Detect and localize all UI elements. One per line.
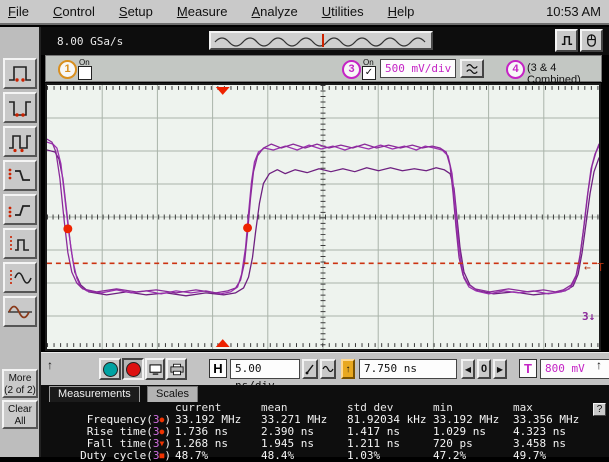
stop-button[interactable] xyxy=(122,358,144,380)
memory-waveform-icon xyxy=(211,33,431,48)
position-right-button[interactable]: ▶ xyxy=(493,359,507,379)
cell-stddev: 1.03% xyxy=(347,450,433,462)
sample-rate-readout: 8.00 GSa/s xyxy=(57,35,123,48)
position-zero-button[interactable]: 0 xyxy=(477,359,491,379)
menu-help[interactable]: Help xyxy=(388,4,415,19)
source-channel: 3 xyxy=(153,449,160,462)
horizontal-fine-button[interactable] xyxy=(302,359,318,379)
mouse-icon xyxy=(584,33,599,48)
pulse-icon xyxy=(559,33,574,48)
measure-period-button[interactable] xyxy=(3,126,37,157)
time-reference-marker-top[interactable] xyxy=(216,87,230,95)
neg-pulse-width-icon xyxy=(6,97,34,119)
measurements-table: current mean std dev min max Frequency(3… xyxy=(43,402,603,462)
trigger-level-marker[interactable]: ← T xyxy=(584,261,604,274)
measure-rms-button[interactable] xyxy=(3,296,37,327)
trigger-mode-button[interactable] xyxy=(555,29,578,52)
memory-bar[interactable] xyxy=(209,31,433,50)
cell-mean: 48.4% xyxy=(261,450,347,462)
more-label-line2: (2 of 2) xyxy=(4,385,36,397)
horizontal-label[interactable]: H xyxy=(209,359,227,378)
tab-scales[interactable]: Scales xyxy=(147,386,198,402)
run-button[interactable] xyxy=(99,358,121,380)
menu-bar: File Control Setup Measure Analyze Utili… xyxy=(0,0,609,25)
pulse-marker-icon xyxy=(6,233,34,255)
control-bar: ↑ H 5.00 ns/div ↑ 7.750 ns ◀ 0 ▶ T 800 m… xyxy=(41,352,609,385)
position-left-button[interactable]: ◀ xyxy=(461,359,475,379)
edge-marker-dot xyxy=(63,224,72,233)
scroll-up-right-button[interactable]: ↑ xyxy=(596,358,602,372)
print-button[interactable] xyxy=(166,358,187,380)
ac-coupling-icon xyxy=(464,62,480,76)
measure-pos-width-button[interactable] xyxy=(3,58,37,89)
edge-marker-dot xyxy=(243,223,252,232)
pos-pulse-width-icon xyxy=(6,63,34,85)
horizontal-vernier-button[interactable] xyxy=(320,359,336,379)
measure-fall-time-button[interactable] xyxy=(3,160,37,191)
menu-utilities[interactable]: Utilities xyxy=(322,4,364,19)
channel-4-button[interactable]: 4 xyxy=(506,60,525,79)
screen-capture-button[interactable] xyxy=(145,358,165,380)
scroll-up-left-button[interactable]: ↑ xyxy=(47,358,53,372)
sine-icon xyxy=(322,364,334,374)
horizontal-position-field[interactable]: 7.750 ns xyxy=(359,359,457,379)
menu-measure[interactable]: Measure xyxy=(177,4,228,19)
measure-amplitude-button[interactable] xyxy=(3,262,37,293)
channel-bar: 1 On 3 On ✓ 500 mV/div 4 (3 & 4 Combined… xyxy=(45,55,602,82)
channel-3-coupling-button[interactable] xyxy=(460,59,484,78)
measurement-name: Duty cycle xyxy=(80,449,146,462)
clear-label-line1: Clear xyxy=(4,404,36,416)
acquisition-bar: 8.00 GSa/s xyxy=(41,27,609,55)
waveform-display[interactable] xyxy=(45,83,601,351)
slope-icon xyxy=(305,363,315,375)
period-icon xyxy=(6,131,34,153)
measure-rise-time-button[interactable] xyxy=(3,194,37,225)
table-row: Duty cycle(3■) 48.7% 48.4% 1.03% 47.2% 4… xyxy=(43,450,603,462)
channel-3-ground-marker[interactable]: 3↓ xyxy=(582,310,595,323)
clear-label-line2: All xyxy=(4,416,36,428)
channel-3-button[interactable]: 3 xyxy=(342,60,361,79)
more-label-line1: More xyxy=(4,373,36,385)
waveform-grid xyxy=(47,85,599,349)
channel-3-scale-field[interactable]: 500 mV/div xyxy=(380,59,456,78)
clock: 10:53 AM xyxy=(546,4,609,19)
cell-max: 49.7% xyxy=(513,450,599,462)
measure-pulse-button[interactable] xyxy=(3,228,37,259)
measure-neg-width-button[interactable] xyxy=(3,92,37,123)
menu-analyze[interactable]: Analyze xyxy=(251,4,297,19)
horizontal-scale-field[interactable]: 5.00 ns/div xyxy=(230,359,300,379)
channel-3-on-checkbox[interactable]: ✓ xyxy=(362,66,376,80)
mouse-tools-button[interactable] xyxy=(580,29,603,52)
paren: ) xyxy=(164,449,171,462)
rms-sine-icon xyxy=(6,301,34,323)
menu-control[interactable]: Control xyxy=(53,4,95,19)
menu-setup[interactable]: Setup xyxy=(119,4,153,19)
run-icon xyxy=(103,362,118,377)
cell-min: 47.2% xyxy=(433,450,513,462)
fall-time-icon xyxy=(6,165,34,187)
tab-measurements[interactable]: Measurements xyxy=(49,386,140,402)
rise-time-icon xyxy=(6,199,34,221)
paren: ( xyxy=(146,449,153,462)
amplitude-icon xyxy=(6,267,34,289)
stop-icon xyxy=(126,362,141,377)
screen-icon xyxy=(149,364,162,375)
printer-icon xyxy=(170,363,184,376)
measurements-panel: Measurements Scales ? current mean std d… xyxy=(41,385,609,457)
trigger-label[interactable]: T xyxy=(519,359,537,378)
clear-all-button[interactable]: Clear All xyxy=(2,400,38,429)
menu-file[interactable]: File xyxy=(8,4,29,19)
channel-1-button[interactable]: 1 xyxy=(58,60,77,79)
trigger-reference-button[interactable]: ↑ xyxy=(341,359,355,379)
measure-toolbar: More (2 of 2) Clear All xyxy=(0,27,41,457)
more-measurements-button[interactable]: More (2 of 2) xyxy=(2,369,38,398)
cell-current: 48.7% xyxy=(175,450,261,462)
channel-1-on-checkbox[interactable] xyxy=(78,66,92,80)
